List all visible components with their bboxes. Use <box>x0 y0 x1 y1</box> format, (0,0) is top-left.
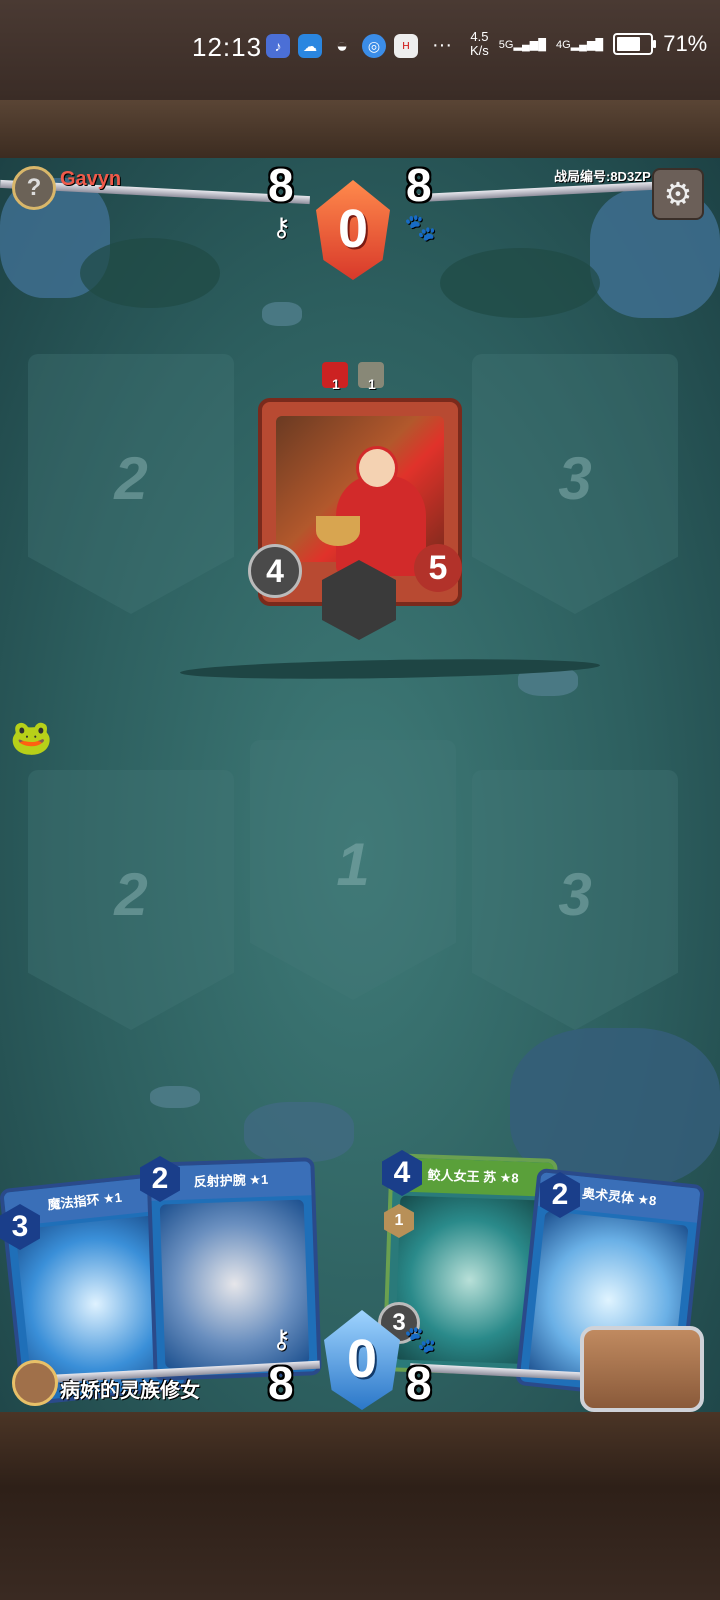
player-slot-3[interactable]: 3 <box>472 770 678 1030</box>
opponent-name: Gavyn <box>60 168 122 190</box>
player-avatar[interactable] <box>12 1360 58 1406</box>
end-turn-button[interactable] <box>580 1326 704 1412</box>
paw-icon: 🐾 <box>404 1324 437 1354</box>
wooden-frame-top <box>0 100 720 160</box>
huawei-icon: H <box>394 34 418 58</box>
card-art <box>276 416 444 576</box>
foliage-decoration <box>80 238 220 308</box>
player-left-counter: 8 <box>268 1357 294 1409</box>
card-buffs: 1 1 <box>322 362 384 392</box>
signal-4g-icon: 4G▂▄▆█ <box>556 38 604 51</box>
player-slot-1[interactable]: 1 <box>250 740 456 1000</box>
gear-icon: ⚙ <box>663 176 693 212</box>
opponent-left-counter: 8 <box>268 159 294 211</box>
clock: 12:13 <box>192 32 263 62</box>
battery-icon <box>613 33 657 55</box>
rock-decoration <box>262 302 302 326</box>
opponent-avatar[interactable]: ? <box>12 166 56 210</box>
browser-icon: ◎ <box>362 34 386 58</box>
opponent-right-counter: 8 <box>406 159 432 211</box>
music-app-icon: ♪ <box>266 34 290 58</box>
wooden-frame-bottom <box>0 1412 720 1600</box>
buff-sword-icon: 1 <box>358 362 384 392</box>
player-name: 病娇的灵族修女 <box>60 1380 200 1402</box>
key-icon: ⚷ <box>272 212 292 242</box>
key-icon: ⚷ <box>272 1324 292 1354</box>
frog-decoration: 🐸 <box>10 719 53 757</box>
qq-icon: ◒ <box>335 34 349 57</box>
battery-percent: 71% <box>663 31 708 56</box>
character-face <box>356 446 398 490</box>
weather-app-icon: ☁ <box>298 34 322 58</box>
card-attack: 4 <box>248 544 302 598</box>
opponent-slot-3[interactable]: 3 <box>472 354 678 614</box>
rock-decoration <box>244 1102 354 1162</box>
card-health: 5 <box>414 544 462 592</box>
battery-fill <box>617 37 640 51</box>
system-indicators: 4.5 K/s 5G▂▄▆█ 4G▂▄▆█ 71% <box>470 30 707 58</box>
player-right-counter: 8 <box>406 1357 432 1409</box>
more-notifications-icon: ··· <box>432 34 452 56</box>
opponent-slot-2[interactable]: 2 <box>28 354 234 614</box>
network-speed: 4.5 K/s <box>470 29 489 58</box>
paw-icon: 🐾 <box>404 212 437 242</box>
buff-hood-icon: 1 <box>322 362 348 392</box>
rock-decoration <box>150 1086 200 1108</box>
signal-5g-icon: 5G▂▄▆█ <box>498 38 546 51</box>
player-slot-2[interactable]: 2 <box>28 770 234 1030</box>
foliage-decoration <box>440 248 600 318</box>
basket-icon <box>316 516 360 546</box>
status-bar: 12:13 ♪ ☁ ◒ ◎ H ··· 4.5 K/s 5G▂▄▆█ 4G▂▄▆… <box>0 0 720 100</box>
settings-button[interactable]: ⚙ <box>652 168 704 220</box>
notification-icons: ♪ ☁ ◒ ◎ H ··· <box>266 34 452 58</box>
match-id: 战局编号:8D3ZP <box>554 169 651 184</box>
